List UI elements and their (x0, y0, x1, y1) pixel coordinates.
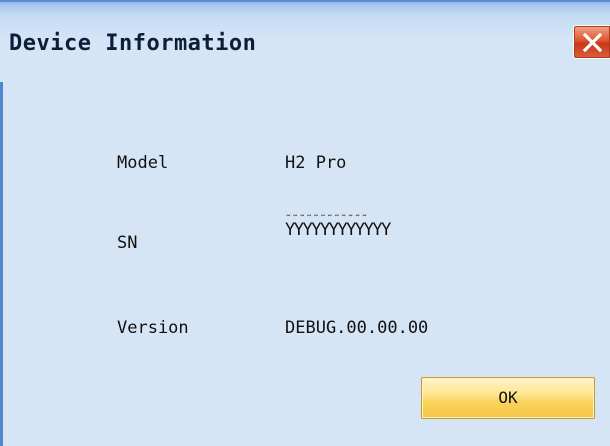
title-bar[interactable]: Device Information (0, 0, 610, 82)
sn-value: YYYYYYYYYYYY (285, 220, 391, 240)
dialog-body: Model H2 Pro SN ˜˜˜˜˜˜˜˜˜˜˜˜ YYYYYYYYYYY… (0, 82, 610, 446)
device-information-dialog: Device Information Model H2 Pro SN ˜˜˜˜˜… (0, 0, 610, 446)
model-value: H2 Pro (285, 153, 347, 173)
version-value: DEBUG.00.00.00 (285, 318, 429, 338)
ok-button[interactable]: OK (421, 377, 595, 419)
close-icon (583, 33, 602, 52)
model-label: Model (117, 153, 169, 173)
sn-label: SN (117, 233, 138, 253)
close-button[interactable] (573, 25, 610, 59)
dialog-title: Device Information (9, 31, 257, 56)
version-label: Version (117, 318, 189, 338)
